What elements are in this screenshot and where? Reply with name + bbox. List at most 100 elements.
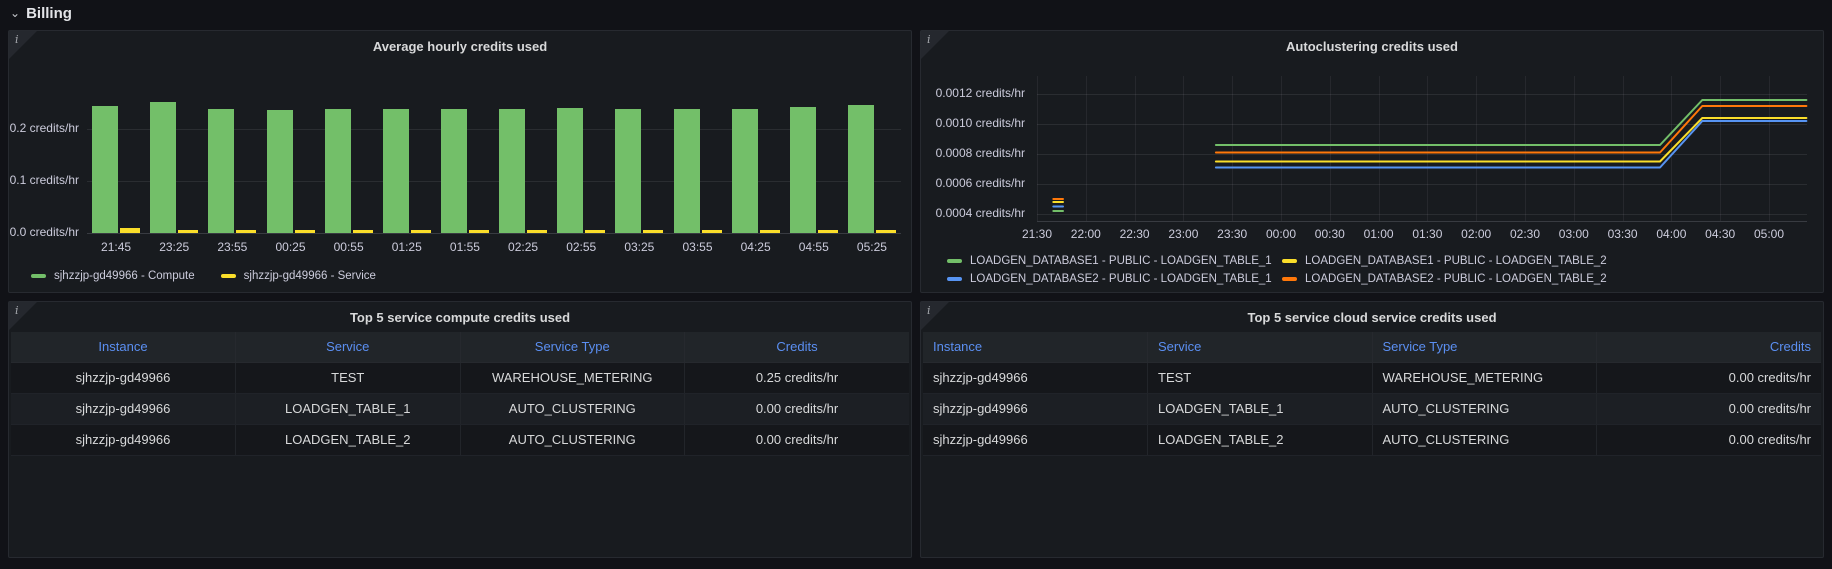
grid-line <box>1086 76 1087 221</box>
bar-compute[interactable] <box>441 109 467 233</box>
bar-service[interactable] <box>702 230 722 233</box>
bar-compute[interactable] <box>267 110 293 233</box>
panel-title[interactable]: Average hourly credits used <box>49 37 871 57</box>
bar-service[interactable] <box>585 230 605 233</box>
x-axis-tick-label: 02:00 <box>1452 227 1500 241</box>
bar-compute[interactable] <box>208 109 234 233</box>
table-cell: TEST <box>1148 362 1373 393</box>
bar-service[interactable] <box>295 230 315 233</box>
panel-info-corner[interactable] <box>921 302 949 330</box>
info-icon[interactable]: i <box>15 33 19 46</box>
x-axis-tick-label: 00:00 <box>1257 227 1305 241</box>
legend-item[interactable]: LOADGEN_DATABASE1 - PUBLIC - LOADGEN_TAB… <box>1282 255 1591 267</box>
bar-service[interactable] <box>178 230 198 233</box>
bar-service[interactable] <box>643 230 663 233</box>
table-row: sjhzzjp-gd49966LOADGEN_TABLE_2AUTO_CLUST… <box>11 424 909 455</box>
x-axis-tick-label: 05:00 <box>1745 227 1793 241</box>
panel-title[interactable]: Top 5 service compute credits used <box>49 308 871 328</box>
panel-title[interactable]: Top 5 service cloud service credits used <box>961 308 1783 328</box>
grid-line <box>1330 76 1331 221</box>
x-axis-tick-label: 21:45 <box>87 240 145 254</box>
bar-service[interactable] <box>527 230 547 233</box>
x-axis-line <box>1037 221 1807 222</box>
legend-item[interactable]: LOADGEN_DATABASE2 - PUBLIC - LOADGEN_TAB… <box>947 273 1256 285</box>
column-header-service[interactable]: Service <box>1148 332 1373 362</box>
dashboard-row-billing[interactable]: ⌄ Billing <box>0 0 1832 26</box>
table-cell: sjhzzjp-gd49966 <box>923 393 1148 424</box>
bar-compute[interactable] <box>615 109 641 233</box>
grid-line <box>87 233 901 234</box>
grid-line <box>1037 214 1807 215</box>
bar-compute[interactable] <box>674 109 700 233</box>
column-header-instance[interactable]: Instance <box>923 332 1148 362</box>
legend-series-swatch <box>947 259 962 263</box>
x-axis-tick-label: 00:30 <box>1306 227 1354 241</box>
column-header-instance[interactable]: Instance <box>11 332 236 362</box>
info-icon[interactable]: i <box>927 33 931 46</box>
line-series <box>1216 121 1807 168</box>
table-cell: AUTO_CLUSTERING <box>1372 424 1597 455</box>
bar-compute[interactable] <box>499 109 525 233</box>
grid-line <box>1476 76 1477 221</box>
bar-compute[interactable] <box>790 107 816 233</box>
legend-series-label: sjhzzjp-gd49966 - Service <box>244 270 376 282</box>
table-cell: WAREHOUSE_METERING <box>460 362 685 393</box>
bar-service[interactable] <box>818 230 838 233</box>
legend-series-label: LOADGEN_DATABASE2 - PUBLIC - LOADGEN_TAB… <box>1305 273 1607 285</box>
bar-service[interactable] <box>411 230 431 233</box>
bar-service[interactable] <box>876 230 896 233</box>
line-series <box>1216 106 1807 153</box>
x-axis-tick-label: 01:30 <box>1403 227 1451 241</box>
x-axis-tick-label: 03:25 <box>610 240 668 254</box>
x-axis-tick-label: 02:55 <box>552 240 610 254</box>
x-axis-tick-label: 04:55 <box>785 240 843 254</box>
x-axis-tick-label: 22:00 <box>1062 227 1110 241</box>
bar-compute[interactable] <box>383 109 409 233</box>
info-icon[interactable]: i <box>15 304 19 317</box>
panel-info-corner[interactable] <box>921 31 949 59</box>
legend-series-swatch <box>947 277 962 281</box>
legend-item[interactable]: LOADGEN_DATABASE2 - PUBLIC - LOADGEN_TAB… <box>1282 273 1591 285</box>
x-axis-tick-label: 23:55 <box>203 240 261 254</box>
bar-service[interactable] <box>120 228 140 233</box>
bar-compute[interactable] <box>848 105 874 233</box>
table-cell: AUTO_CLUSTERING <box>460 393 685 424</box>
info-icon[interactable]: i <box>927 304 931 317</box>
x-axis-tick-label: 01:55 <box>436 240 494 254</box>
column-header-service-type[interactable]: Service Type <box>1372 332 1597 362</box>
bar-compute[interactable] <box>325 109 351 233</box>
table-cell: sjhzzjp-gd49966 <box>11 424 236 455</box>
table-row: sjhzzjp-gd49966LOADGEN_TABLE_1AUTO_CLUST… <box>923 393 1821 424</box>
grid-line <box>1281 76 1282 221</box>
bar-service[interactable] <box>760 230 780 233</box>
column-header-service[interactable]: Service <box>236 332 461 362</box>
bar-compute[interactable] <box>150 102 176 233</box>
y-axis-tick-label: 0.0010 credits/hr <box>921 116 1025 130</box>
column-header-credits[interactable]: Credits <box>1597 332 1822 362</box>
bar-compute[interactable] <box>732 109 758 233</box>
bar-service[interactable] <box>236 230 256 233</box>
panel-info-corner[interactable] <box>9 31 37 59</box>
x-axis-tick-label: 23:30 <box>1208 227 1256 241</box>
legend-item[interactable]: LOADGEN_DATABASE1 - PUBLIC - LOADGEN_TAB… <box>947 255 1256 267</box>
x-axis-tick-label: 23:00 <box>1159 227 1207 241</box>
bar-service[interactable] <box>469 230 489 233</box>
panel-title[interactable]: Autoclustering credits used <box>961 37 1783 57</box>
table-row: sjhzzjp-gd49966LOADGEN_TABLE_2AUTO_CLUST… <box>923 424 1821 455</box>
legend-item[interactable]: sjhzzjp-gd49966 - Compute <box>31 270 195 282</box>
bar-compute[interactable] <box>557 108 583 233</box>
column-header-service-type[interactable]: Service Type <box>460 332 685 362</box>
table-cell: sjhzzjp-gd49966 <box>11 362 236 393</box>
bar-compute[interactable] <box>92 106 118 233</box>
legend-series-swatch <box>31 274 46 278</box>
bar-service[interactable] <box>353 230 373 233</box>
panel-info-corner[interactable] <box>9 302 37 330</box>
table-cell: 0.00 credits/hr <box>1597 424 1822 455</box>
top5-cloud-table: InstanceServiceService TypeCredits sjhzzj… <box>923 332 1821 456</box>
grid-line <box>1379 76 1380 221</box>
x-axis-tick-label: 21:30 <box>1013 227 1061 241</box>
y-axis-tick-label: 0.1 credits/hr <box>9 173 79 187</box>
column-header-credits[interactable]: Credits <box>685 332 910 362</box>
legend-item[interactable]: sjhzzjp-gd49966 - Service <box>221 270 376 282</box>
grid-line <box>1183 76 1184 221</box>
